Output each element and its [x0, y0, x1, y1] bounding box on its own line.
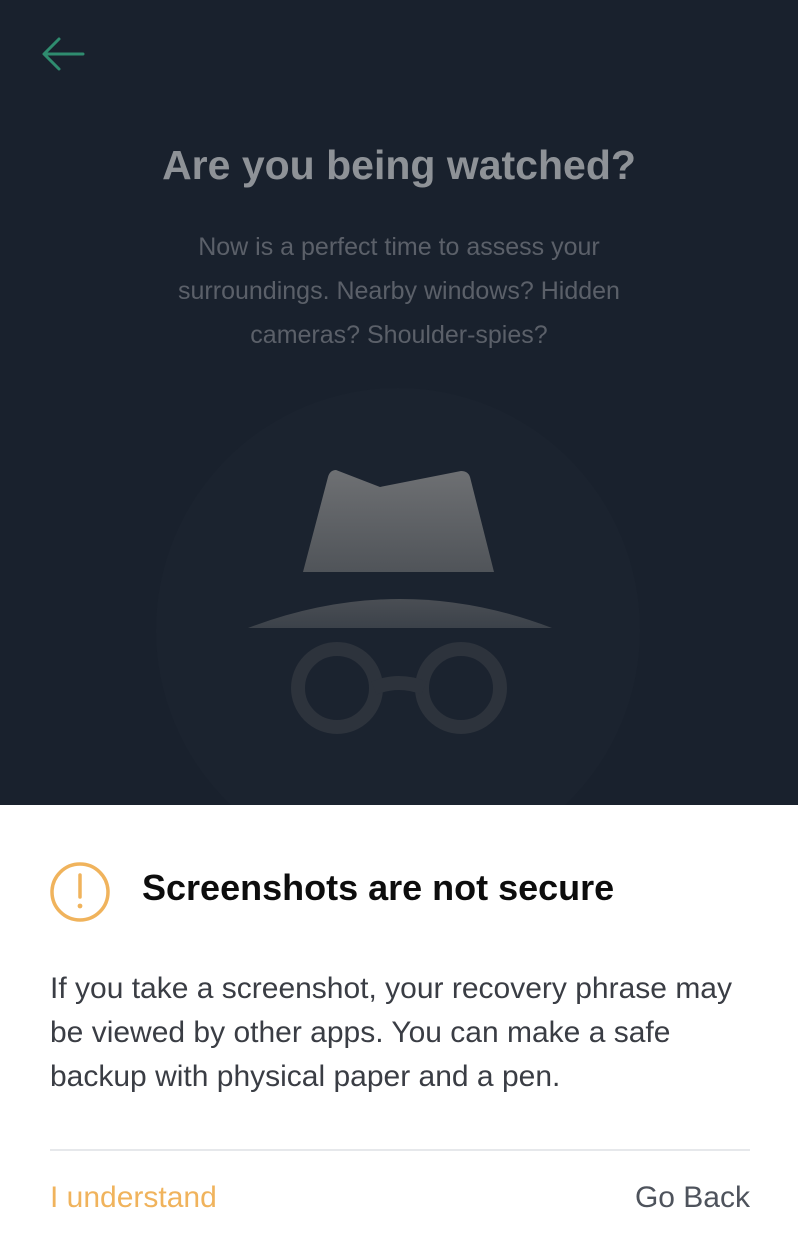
sheet-message: If you take a screenshot, your recovery … — [50, 972, 732, 1093]
incognito-spy-icon — [248, 470, 552, 734]
i-understand-button[interactable]: I understand — [50, 1181, 217, 1215]
page-title: Are you being watched? — [162, 142, 636, 188]
sheet-title: Screenshots are not secure — [142, 867, 615, 908]
warning-circle-icon — [50, 862, 110, 922]
screenshot-warning-sheet: Screenshots are not secure If you take a… — [0, 805, 798, 1254]
back-button[interactable] — [38, 34, 88, 74]
divider — [50, 1149, 750, 1151]
go-back-button[interactable]: Go Back — [635, 1181, 750, 1215]
background-screen: Are you being watched? Now is a perfect … — [0, 0, 798, 805]
arrow-left-icon — [42, 37, 85, 71]
page-subtitle: Now is a perfect time to assess your sur… — [178, 233, 620, 349]
